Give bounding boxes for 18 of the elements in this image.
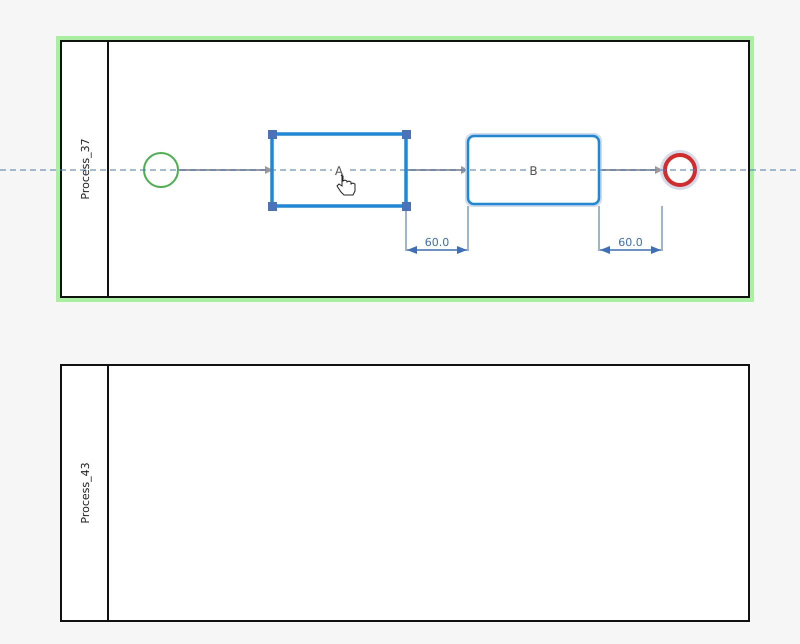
pool[interactable] xyxy=(60,364,750,622)
spacing-dimension-arrow xyxy=(598,206,662,254)
resize-handle[interactable] xyxy=(402,130,411,139)
spacing-value: 60.0 xyxy=(424,236,450,249)
spacing-dimension-arrow xyxy=(406,206,468,254)
sequence-flow-arrow[interactable] xyxy=(599,166,663,174)
spacing-value: 60.0 xyxy=(618,236,643,249)
task-box[interactable] xyxy=(270,132,408,208)
start-event-circle[interactable] xyxy=(143,152,179,188)
pool-name: Process_37 xyxy=(79,138,92,200)
task-box[interactable] xyxy=(466,134,600,206)
resize-handle[interactable] xyxy=(268,130,277,139)
sequence-flow-arrow[interactable] xyxy=(179,166,273,174)
task-label: B xyxy=(529,164,538,178)
resize-handle[interactable] xyxy=(268,202,277,211)
pool-name: Process_43 xyxy=(79,462,92,524)
resize-handle[interactable] xyxy=(402,202,411,211)
task-label: A xyxy=(334,164,344,178)
